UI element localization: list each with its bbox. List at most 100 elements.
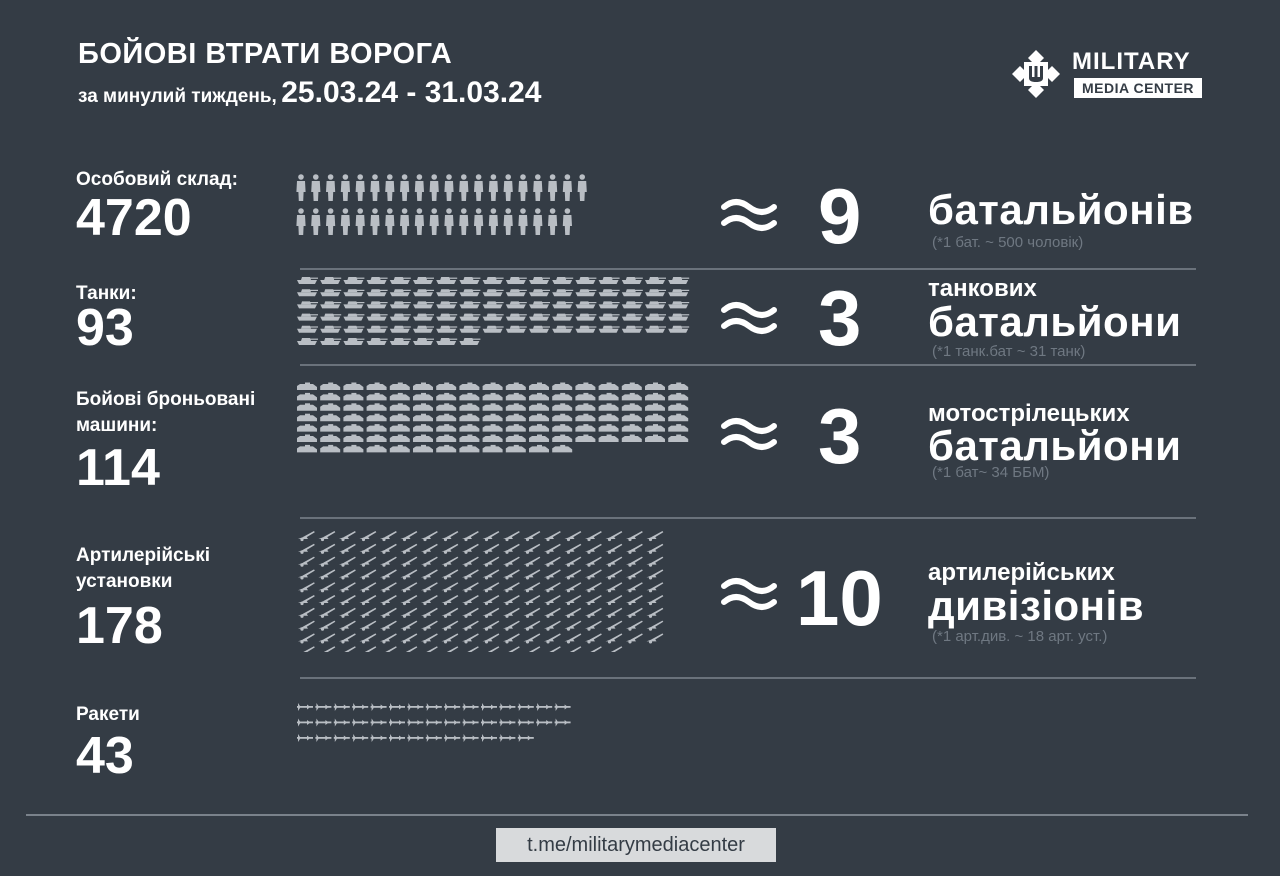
artillery-icon bbox=[339, 556, 356, 567]
soldier-icon bbox=[562, 174, 572, 201]
soldier-icon bbox=[311, 208, 321, 235]
soldier-icon bbox=[518, 208, 528, 235]
tank-icon bbox=[482, 325, 504, 333]
armored-vehicle-icon bbox=[436, 444, 457, 453]
armored-vehicle-icon bbox=[668, 392, 689, 401]
artillery-icon bbox=[605, 531, 623, 542]
armored-vehicle-icon bbox=[343, 403, 364, 411]
soldier-icon bbox=[474, 174, 484, 201]
missile-icon bbox=[517, 718, 534, 727]
armored-vehicle-icon bbox=[459, 434, 480, 442]
tank-icon bbox=[297, 338, 318, 345]
artillery-icon bbox=[318, 543, 336, 554]
artillery-icon bbox=[318, 582, 336, 593]
soldier-icon bbox=[577, 174, 587, 201]
artillery-icon bbox=[421, 569, 438, 580]
tank-icon bbox=[575, 313, 597, 321]
tank-icon bbox=[343, 289, 365, 297]
armored-vehicle-icon bbox=[575, 434, 596, 442]
tank-icon bbox=[459, 313, 481, 321]
missile-icon bbox=[481, 734, 497, 742]
tank-icon bbox=[621, 301, 643, 309]
artillery-icon bbox=[380, 556, 397, 567]
artillery-icon bbox=[400, 531, 418, 542]
tank-icon bbox=[645, 289, 666, 297]
artillery-icon bbox=[385, 646, 397, 652]
missile-icon bbox=[499, 718, 516, 727]
artillery-icon bbox=[646, 556, 664, 567]
tank-icon bbox=[413, 277, 434, 284]
artillery-icon bbox=[544, 569, 561, 580]
armored-vehicle-icon bbox=[366, 424, 387, 432]
soldier-icon bbox=[296, 208, 306, 235]
approx-symbol bbox=[721, 418, 777, 450]
artillery-icon bbox=[585, 595, 602, 606]
artillery-icon bbox=[462, 607, 479, 618]
armored-vehicle-icon bbox=[645, 424, 665, 432]
missile-icon bbox=[370, 718, 387, 727]
artillery-icon bbox=[646, 620, 664, 631]
tank-icon bbox=[459, 289, 481, 297]
soldier-icon bbox=[370, 208, 380, 235]
artillery-icon bbox=[626, 531, 643, 542]
missiles-icons bbox=[297, 703, 571, 742]
armored-vehicle-icon bbox=[436, 403, 457, 411]
tank-icon bbox=[645, 277, 666, 284]
artillery-icon bbox=[400, 556, 418, 567]
artillery-icon bbox=[626, 582, 643, 593]
armored-vehicle-icon bbox=[621, 382, 642, 390]
artillery-icon bbox=[626, 633, 643, 644]
artillery-icon bbox=[441, 582, 459, 593]
tank-icon bbox=[668, 325, 690, 333]
armored-vehicle-icon bbox=[297, 382, 317, 390]
approx-symbol bbox=[721, 578, 777, 610]
missile-icon bbox=[536, 718, 553, 727]
armored-vehicle-icon bbox=[621, 403, 642, 411]
artillery-icon bbox=[523, 556, 541, 567]
artillery-icons bbox=[298, 531, 664, 652]
artillery-icon bbox=[446, 646, 459, 652]
armored-vehicle-icon bbox=[343, 434, 364, 442]
approx-symbol bbox=[721, 302, 777, 334]
artillery-icon bbox=[462, 543, 479, 554]
armored-vehicle-icon bbox=[459, 444, 480, 453]
telegram-link[interactable]: t.me/militarymediacenter bbox=[496, 828, 776, 862]
artillery-icon bbox=[441, 569, 459, 580]
armored-vehicle-icon bbox=[645, 382, 665, 390]
armored-vehicle-icon bbox=[343, 424, 364, 432]
tank-icon bbox=[529, 301, 550, 309]
artillery-icon bbox=[523, 582, 541, 593]
tank-icon bbox=[598, 289, 620, 297]
artillery-label-line1: Артилерійські bbox=[76, 545, 211, 566]
armored-vehicle-icon bbox=[389, 444, 410, 453]
tanks-icons bbox=[297, 277, 690, 345]
missile-icon bbox=[425, 734, 442, 742]
missile-icon bbox=[425, 703, 442, 711]
armored-vehicle-icon bbox=[343, 413, 364, 422]
artillery-icon bbox=[585, 633, 602, 644]
armored-vehicle-icon bbox=[668, 424, 689, 432]
missiles-count: 43 bbox=[76, 727, 134, 785]
tank-icon bbox=[505, 301, 527, 309]
artillery-icon bbox=[380, 620, 397, 631]
artillery-icon bbox=[585, 556, 602, 567]
artillery-icon bbox=[605, 633, 623, 644]
tank-icon bbox=[297, 313, 318, 321]
tanks-unit: батальйони bbox=[928, 298, 1182, 345]
artillery-icon bbox=[400, 620, 418, 631]
artillery-icon bbox=[482, 633, 500, 644]
missile-icon bbox=[352, 718, 369, 727]
artillery-icon bbox=[359, 633, 377, 644]
armored-vehicle-icon bbox=[343, 392, 364, 401]
tank-icon bbox=[482, 313, 504, 321]
armored-vehicle-icon bbox=[343, 444, 364, 453]
missile-icon bbox=[444, 734, 461, 742]
missile-icon bbox=[352, 734, 369, 742]
missile-icon bbox=[333, 718, 350, 727]
tank-icon bbox=[482, 277, 504, 284]
artillery-icon bbox=[339, 543, 356, 554]
armored-vehicle-icon bbox=[552, 382, 573, 390]
artillery-icon bbox=[503, 633, 520, 644]
artillery-icon bbox=[380, 543, 397, 554]
artillery-icon bbox=[549, 646, 561, 652]
